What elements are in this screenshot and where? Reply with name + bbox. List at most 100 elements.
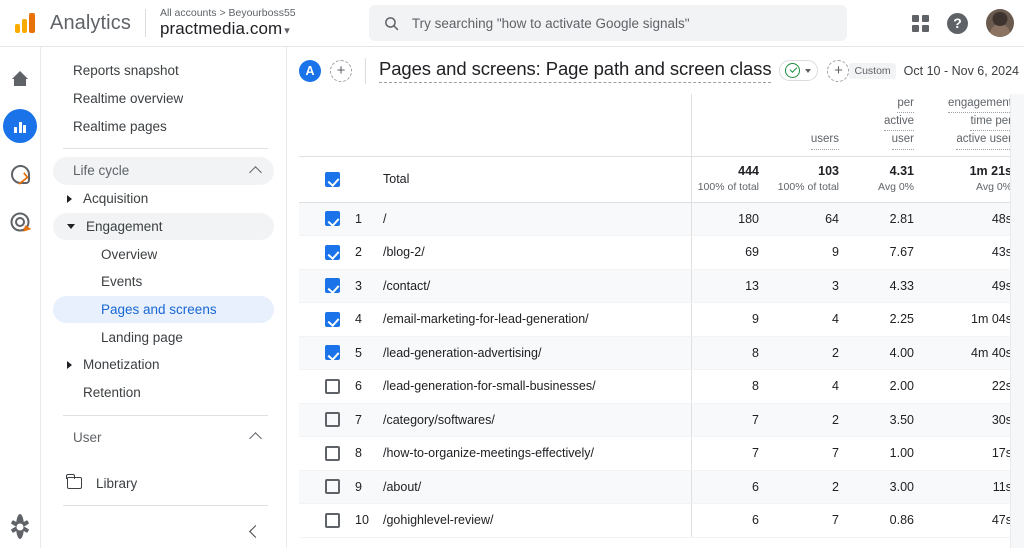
row-views: 13 <box>690 269 771 303</box>
row-views-per-user: 3.00 <box>851 470 926 504</box>
avatar[interactable] <box>986 9 1014 37</box>
row-rank: 1 <box>353 202 383 236</box>
sidebar-item-landing-page[interactable]: Landing page <box>53 323 274 351</box>
sidebar-item-label: Retention <box>83 385 141 401</box>
row-checkbox[interactable] <box>325 412 340 428</box>
row-checkbox-cell <box>299 202 353 236</box>
add-filter-button[interactable]: + <box>827 59 850 82</box>
sidebar-item-library[interactable]: Library <box>53 469 274 497</box>
row-page-path[interactable]: /lead-generation-for-small-businesses/ <box>383 369 691 404</box>
total-rank-cell <box>353 155 383 203</box>
sidebar-item-engagement[interactable]: Engagement <box>53 212 274 241</box>
chevron-up-icon <box>249 432 262 446</box>
row-checkbox[interactable] <box>325 211 340 227</box>
table-row[interactable]: 10/gohighlevel-review/6 7 0.86 47s <box>299 503 1024 538</box>
search-icon <box>384 16 399 30</box>
sidebar-item-reports-snapshot[interactable]: Reports snapshot <box>53 57 274 85</box>
table-row[interactable]: 3/contact/13 3 4.33 49s <box>299 269 1024 303</box>
table-row[interactable]: 2/blog-2/69 9 7.67 43s <box>299 235 1024 270</box>
sidebar-section-user[interactable]: User <box>53 423 274 451</box>
rail-home-button[interactable] <box>3 61 37 95</box>
sidebar-item-monetization[interactable]: Monetization <box>53 351 274 379</box>
row-checkbox[interactable] <box>325 311 340 327</box>
sidebar-item-pages-and-screens[interactable]: Pages and screens <box>53 295 274 324</box>
header-views[interactable] <box>690 94 771 156</box>
row-checkbox-cell <box>299 503 353 538</box>
page-title: Pages and screens: Page path and screen … <box>379 58 772 83</box>
row-page-path[interactable]: /how-to-organize-meetings-effectively/ <box>383 436 691 471</box>
sidebar-item-realtime-pages[interactable]: Realtime pages <box>53 112 274 140</box>
sidebar-divider <box>63 148 268 150</box>
data-quality-chip[interactable] <box>779 60 819 81</box>
row-page-path[interactable]: /contact/ <box>383 269 691 303</box>
search-input[interactable]: Try searching "how to activate Google si… <box>368 5 847 41</box>
table-row[interactable]: 6/lead-generation-for-small-businesses/8… <box>299 369 1024 404</box>
header-line: active user <box>956 131 1012 150</box>
row-rank: 8 <box>353 436 383 471</box>
row-page-path[interactable]: / <box>383 202 691 236</box>
row-checkbox-cell <box>299 436 353 471</box>
row-checkbox[interactable] <box>325 512 340 528</box>
date-range-selector[interactable]: Custom Oct 10 - Nov 6, 2024 <box>849 62 1021 79</box>
pages-and-screens-table: users per active user engagement time pe… <box>299 94 1024 538</box>
header-line: active <box>883 113 914 132</box>
row-active-users: 64 <box>771 202 851 236</box>
table-row[interactable]: 4/email-marketing-for-lead-generation/9 4… <box>299 302 1024 337</box>
header-line: users <box>810 131 839 150</box>
row-checkbox-cell <box>299 336 353 370</box>
row-active-users: 9 <box>771 235 851 270</box>
sidebar-item-retention[interactable]: Retention <box>53 379 274 407</box>
row-checkbox[interactable] <box>325 244 340 260</box>
main-content: A + Pages and screens: Page path and scr… <box>286 47 1024 548</box>
select-all-checkbox[interactable] <box>325 171 340 187</box>
table-row[interactable]: 8/how-to-organize-meetings-effectively/7… <box>299 436 1024 471</box>
rail-explore-button[interactable] <box>3 157 37 191</box>
header-active-users[interactable]: users <box>771 94 851 156</box>
chevron-left-icon <box>249 524 262 538</box>
comparison-badge-a[interactable]: A <box>299 59 321 82</box>
sidebar-item-label: Events <box>101 274 143 290</box>
row-views: 6 <box>690 470 771 504</box>
table-row[interactable]: 1/180 64 2.81 48s <box>299 202 1024 236</box>
account-selector[interactable]: All accounts > Beyourboss55 practmedia.c… <box>160 7 296 39</box>
sidebar-item-events[interactable]: Events <box>53 268 274 296</box>
add-comparison-button[interactable]: + <box>330 59 352 82</box>
row-checkbox[interactable] <box>325 378 340 394</box>
sidebar-item-label: Landing page <box>101 329 183 345</box>
row-checkbox[interactable] <box>325 445 340 461</box>
sidebar-item-overview[interactable]: Overview <box>53 240 274 268</box>
row-checkbox[interactable] <box>325 479 340 495</box>
vertical-scrollbar[interactable] <box>1010 94 1024 548</box>
total-sub: Avg 0% <box>976 181 1012 194</box>
row-views-per-user: 7.67 <box>851 235 926 270</box>
home-icon <box>11 70 29 86</box>
table-row[interactable]: 5/lead-generation-advertising/8 2 4.00 4m 4… <box>299 336 1024 370</box>
body: Reports snapshot Realtime overview Realt… <box>0 47 1024 548</box>
sidebar-section-life-cycle[interactable]: Life cycle <box>53 157 274 185</box>
rail-advertising-button[interactable] <box>3 205 37 239</box>
row-page-path[interactable]: /gohighlevel-review/ <box>383 503 691 538</box>
sidebar-collapse-button[interactable] <box>53 514 274 548</box>
top-bar: Analytics All accounts > Beyourboss55 pr… <box>0 0 1024 47</box>
row-page-path[interactable]: /category/softwares/ <box>383 403 691 437</box>
row-page-path[interactable]: /blog-2/ <box>383 235 691 270</box>
row-checkbox[interactable] <box>325 345 340 361</box>
row-views: 69 <box>690 235 771 270</box>
header-views-per-active-user[interactable]: per active user <box>851 94 926 156</box>
divider <box>365 57 366 84</box>
row-page-path[interactable]: /about/ <box>383 470 691 504</box>
rail-admin-button[interactable] <box>10 514 30 539</box>
sidebar-item-label: Overview <box>101 246 158 262</box>
table-row[interactable]: 9/about/6 2 3.00 11s <box>299 470 1024 504</box>
help-icon[interactable]: ? <box>947 12 968 34</box>
row-checkbox[interactable] <box>325 278 340 294</box>
sidebar-bottom <box>53 497 274 548</box>
row-views: 7 <box>690 436 771 471</box>
rail-reports-button[interactable] <box>3 109 37 143</box>
table-row[interactable]: 7/category/softwares/7 2 3.50 30s <box>299 403 1024 437</box>
sidebar-item-acquisition[interactable]: Acquisition <box>53 185 274 213</box>
apps-grid-icon[interactable] <box>912 14 929 32</box>
sidebar-item-realtime-overview[interactable]: Realtime overview <box>53 85 274 113</box>
row-page-path[interactable]: /lead-generation-advertising/ <box>383 336 691 370</box>
row-page-path[interactable]: /email-marketing-for-lead-generation/ <box>383 302 691 337</box>
